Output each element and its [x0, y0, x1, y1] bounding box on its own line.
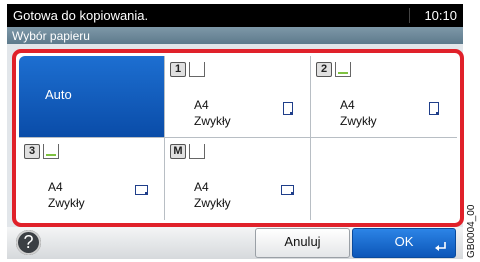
cancel-button[interactable]: Anuluj — [255, 228, 350, 258]
cassette-3-icon: 3 — [24, 143, 59, 159]
ok-button-label: OK — [394, 234, 414, 249]
cassette-1-type: Zwykły — [194, 114, 231, 128]
cassette-3-badge: 3 — [24, 144, 40, 159]
status-message: Gotowa do kopiowania. — [13, 8, 149, 23]
bottom-bar: ? Anuluj OK — [7, 227, 463, 259]
title-bar: Wybór papieru — [7, 27, 463, 44]
auto-paper-button[interactable]: Auto — [19, 56, 165, 138]
empty-cell — [311, 138, 457, 220]
cassette-1-badge: 1 — [170, 62, 186, 77]
status-bar: Gotowa do kopiowania. 10:10 — [7, 4, 463, 27]
cassette-3-size: A4 — [48, 180, 63, 194]
tray-icon — [189, 62, 205, 77]
mp-tray-icon: M — [170, 143, 205, 159]
cancel-button-label: Anuluj — [284, 234, 321, 249]
paper-level-indicator — [46, 154, 56, 156]
cassette-2-icon: 2 — [316, 61, 351, 77]
cassette-3-button[interactable]: 3 A4 Zwykły — [19, 138, 165, 220]
help-icon: ? — [23, 232, 34, 252]
mp-tray-badge: M — [170, 144, 186, 159]
cassette-1-button[interactable]: 1 A4 Zwykły — [165, 56, 311, 138]
tray-icon — [189, 144, 205, 159]
enter-icon — [435, 242, 446, 251]
cassette-2-badge: 2 — [316, 62, 332, 77]
ok-button[interactable]: OK — [352, 228, 456, 258]
tray-icon — [335, 62, 351, 77]
cassette-3-type: Zwykły — [48, 196, 85, 210]
mp-tray-type: Zwykły — [194, 196, 231, 210]
mp-tray-button[interactable]: M A4 Zwykły — [165, 138, 311, 220]
cassette-2-type: Zwykły — [340, 114, 377, 128]
paper-selection-area: Auto 1 A4 Zwykły 2 A4 Zwykły 3 A4 Zwykły… — [7, 44, 464, 227]
auto-paper-label: Auto — [45, 87, 72, 102]
mp-tray-size: A4 — [194, 180, 209, 194]
cassette-2-size: A4 — [340, 98, 355, 112]
paper-source-grid: Auto 1 A4 Zwykły 2 A4 Zwykły 3 A4 Zwykły… — [19, 56, 457, 220]
page-title: Wybór papieru — [12, 29, 90, 43]
cassette-2-button[interactable]: 2 A4 Zwykły — [311, 56, 457, 138]
paper-level-indicator — [338, 72, 348, 74]
cassette-1-icon: 1 — [170, 61, 205, 77]
help-button[interactable]: ? — [16, 230, 41, 255]
landscape-orientation-icon — [135, 185, 148, 195]
portrait-orientation-icon — [283, 102, 293, 115]
cassette-1-size: A4 — [194, 98, 209, 112]
portrait-orientation-icon — [429, 102, 439, 115]
paper-selection-frame: Auto 1 A4 Zwykły 2 A4 Zwykły 3 A4 Zwykły… — [12, 49, 464, 227]
landscape-orientation-icon — [281, 185, 294, 195]
copy-panel-screen: Gotowa do kopiowania. 10:10 Wybór papier… — [0, 0, 480, 262]
status-time: 10:10 — [409, 8, 457, 23]
tray-icon — [43, 144, 59, 159]
figure-code: GB0004_00 — [466, 204, 477, 258]
